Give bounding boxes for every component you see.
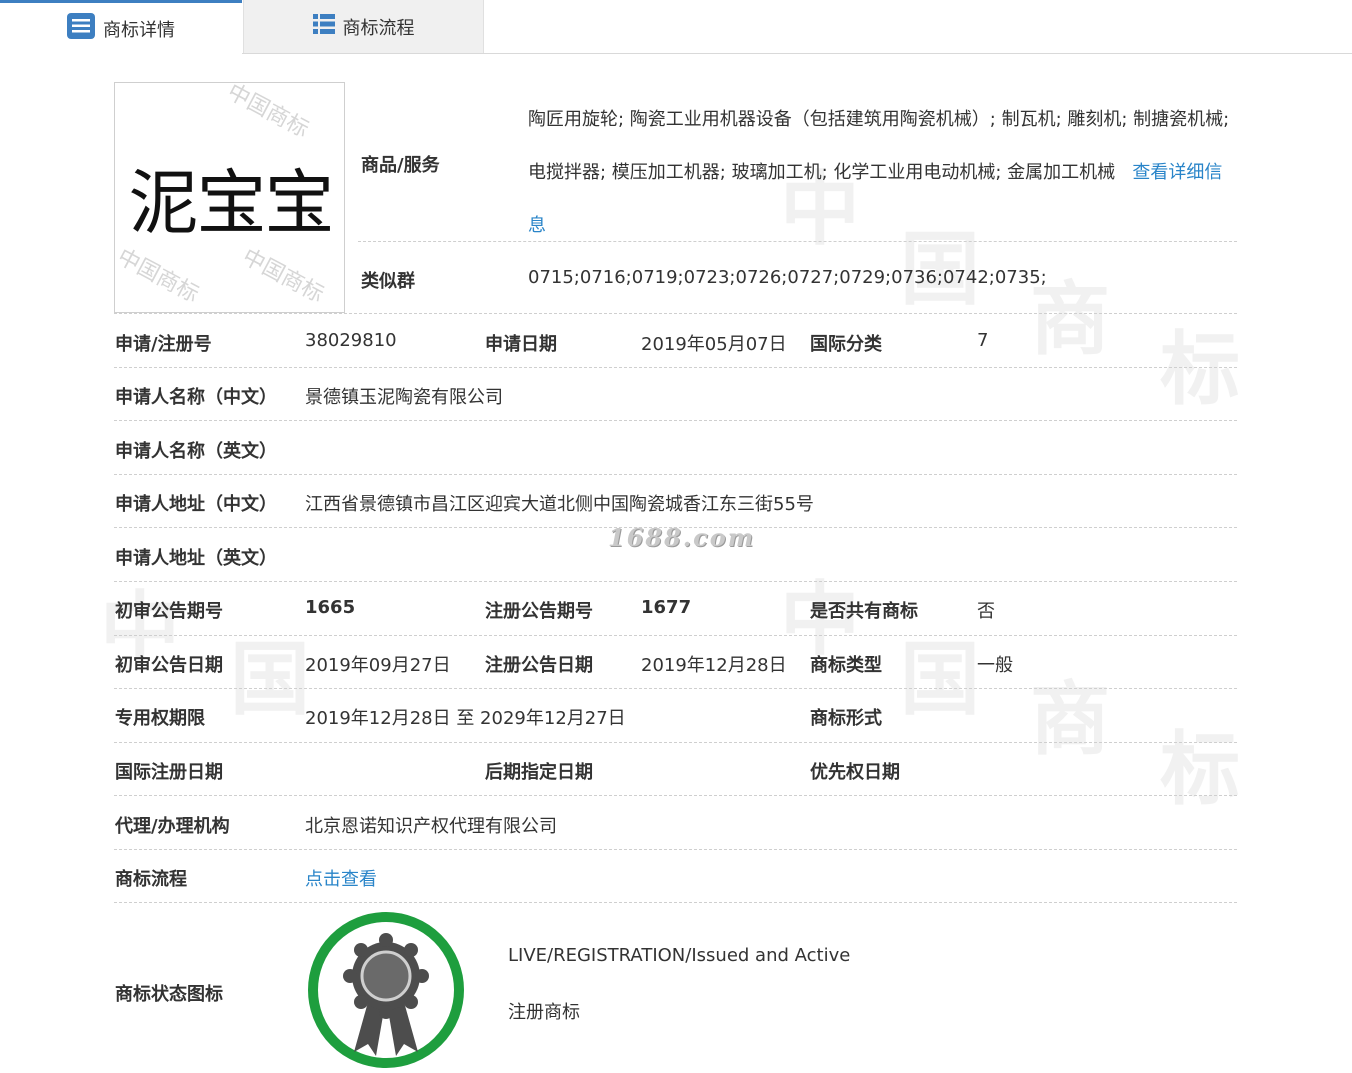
apply-date-label: 申请日期 [485,334,557,355]
tab-trademark-detail[interactable]: 商标详情 [0,0,242,54]
tm-type-label: 商标类型 [810,655,882,676]
reg-no-value: 38029810 [305,330,397,351]
tab-trademark-flow[interactable]: 商标流程 [243,0,484,53]
applicant-cn-value: 景德镇玉泥陶瓷有限公司 [305,387,503,408]
shared-label: 是否共有商标 [810,601,918,622]
reg-no-label: 申请/注册号 [115,334,212,355]
divider [114,635,1237,636]
status-icon-label: 商标状态图标 [115,984,223,1005]
background-watermark: 国 [900,633,980,726]
intl-reg-date-label: 国际注册日期 [115,762,223,783]
status-chinese: 注册商标 [508,1002,580,1023]
view-flow-link[interactable]: 点击查看 [305,865,377,891]
divider [114,742,1237,743]
reg-pub-no-value: 1677 [641,597,692,618]
address-cn-label: 申请人地址（中文） [115,494,277,515]
tab-label: 商标流程 [342,17,415,39]
tab-bar: 商标详情 商标流程 [0,0,1352,54]
background-watermark: 商 [1030,673,1110,766]
list-icon [67,13,95,44]
priority-date-label: 优先权日期 [810,762,900,783]
tm-type-value: 一般 [977,655,1013,676]
agent-value: 北京恩诺知识产权代理有限公司 [305,816,557,837]
divider [114,367,1237,368]
exclusive-label: 专用权期限 [115,708,205,729]
background-watermark: 国 [230,633,310,726]
image-watermark: 中国商标 [223,82,313,143]
divider [114,795,1237,796]
divider [114,474,1237,475]
image-watermark: 中国商标 [114,244,203,308]
applicant-cn-label: 申请人名称（中文） [115,387,277,408]
prelim-date-label: 初审公告日期 [115,655,223,676]
applicant-en-label: 申请人名称（英文） [115,441,277,462]
image-watermark: 中国商标 [238,244,328,308]
shared-value: 否 [977,601,995,622]
goods-services-text: 陶匠用旋轮; 陶瓷工业用机器设备（包括建筑用陶瓷机械）; 制瓦机; 雕刻机; 制… [528,109,1230,183]
background-watermark: 标 [1160,323,1240,416]
prelim-no-label: 初审公告期号 [115,601,223,622]
divider [114,902,1237,903]
tm-form-label: 商标形式 [810,708,882,729]
similar-group-value: 0715;0716;0719;0723;0726;0727;0729;0736;… [528,267,1047,288]
trademark-name: 泥宝宝 [128,162,335,244]
divider [114,313,1237,314]
exclusive-value: 2019年12月28日 至 2029年12月27日 [305,708,626,729]
address-cn-value: 江西省景德镇市昌江区迎宾大道北侧中国陶瓷城香江东三街55号 [305,494,814,515]
flow-label: 商标流程 [115,869,187,890]
address-en-label: 申请人地址（英文） [115,548,277,569]
background-watermark: 标 [1160,723,1240,816]
prelim-no-value: 1665 [305,597,356,618]
goods-services-label: 商品/服务 [361,155,440,176]
status-english: LIVE/REGISTRATION/Issued and Active [508,945,851,966]
grid-list-icon [312,14,335,39]
trademark-detail-panel: 中 国 商 标 中 国 商 标 中 国 中国商标 中国商标 中国商标 泥宝宝 商… [0,55,1352,1073]
apply-date-value: 2019年05月07日 [641,334,787,355]
divider [358,241,1237,242]
intl-class-label: 国际分类 [810,334,882,355]
goods-services-value: 陶匠用旋轮; 陶瓷工业用机器设备（包括建筑用陶瓷机械）; 制瓦机; 雕刻机; 制… [528,93,1238,252]
reg-pub-date-label: 注册公告日期 [485,655,593,676]
divider [114,420,1237,421]
intl-class-value: 7 [977,330,989,351]
registered-badge-icon [306,910,466,1070]
tab-label: 商标详情 [103,19,175,41]
reg-pub-no-label: 注册公告期号 [485,601,593,622]
divider [114,688,1237,689]
divider [114,849,1237,850]
agent-label: 代理/办理机构 [115,816,230,837]
trademark-image: 中国商标 中国商标 中国商标 泥宝宝 [114,82,345,313]
later-date-label: 后期指定日期 [485,762,593,783]
site-watermark: 1688.com [608,523,756,552]
reg-pub-date-value: 2019年12月28日 [641,655,787,676]
similar-group-label: 类似群 [361,271,415,292]
divider [114,581,1237,582]
prelim-date-value: 2019年09月27日 [305,655,451,676]
